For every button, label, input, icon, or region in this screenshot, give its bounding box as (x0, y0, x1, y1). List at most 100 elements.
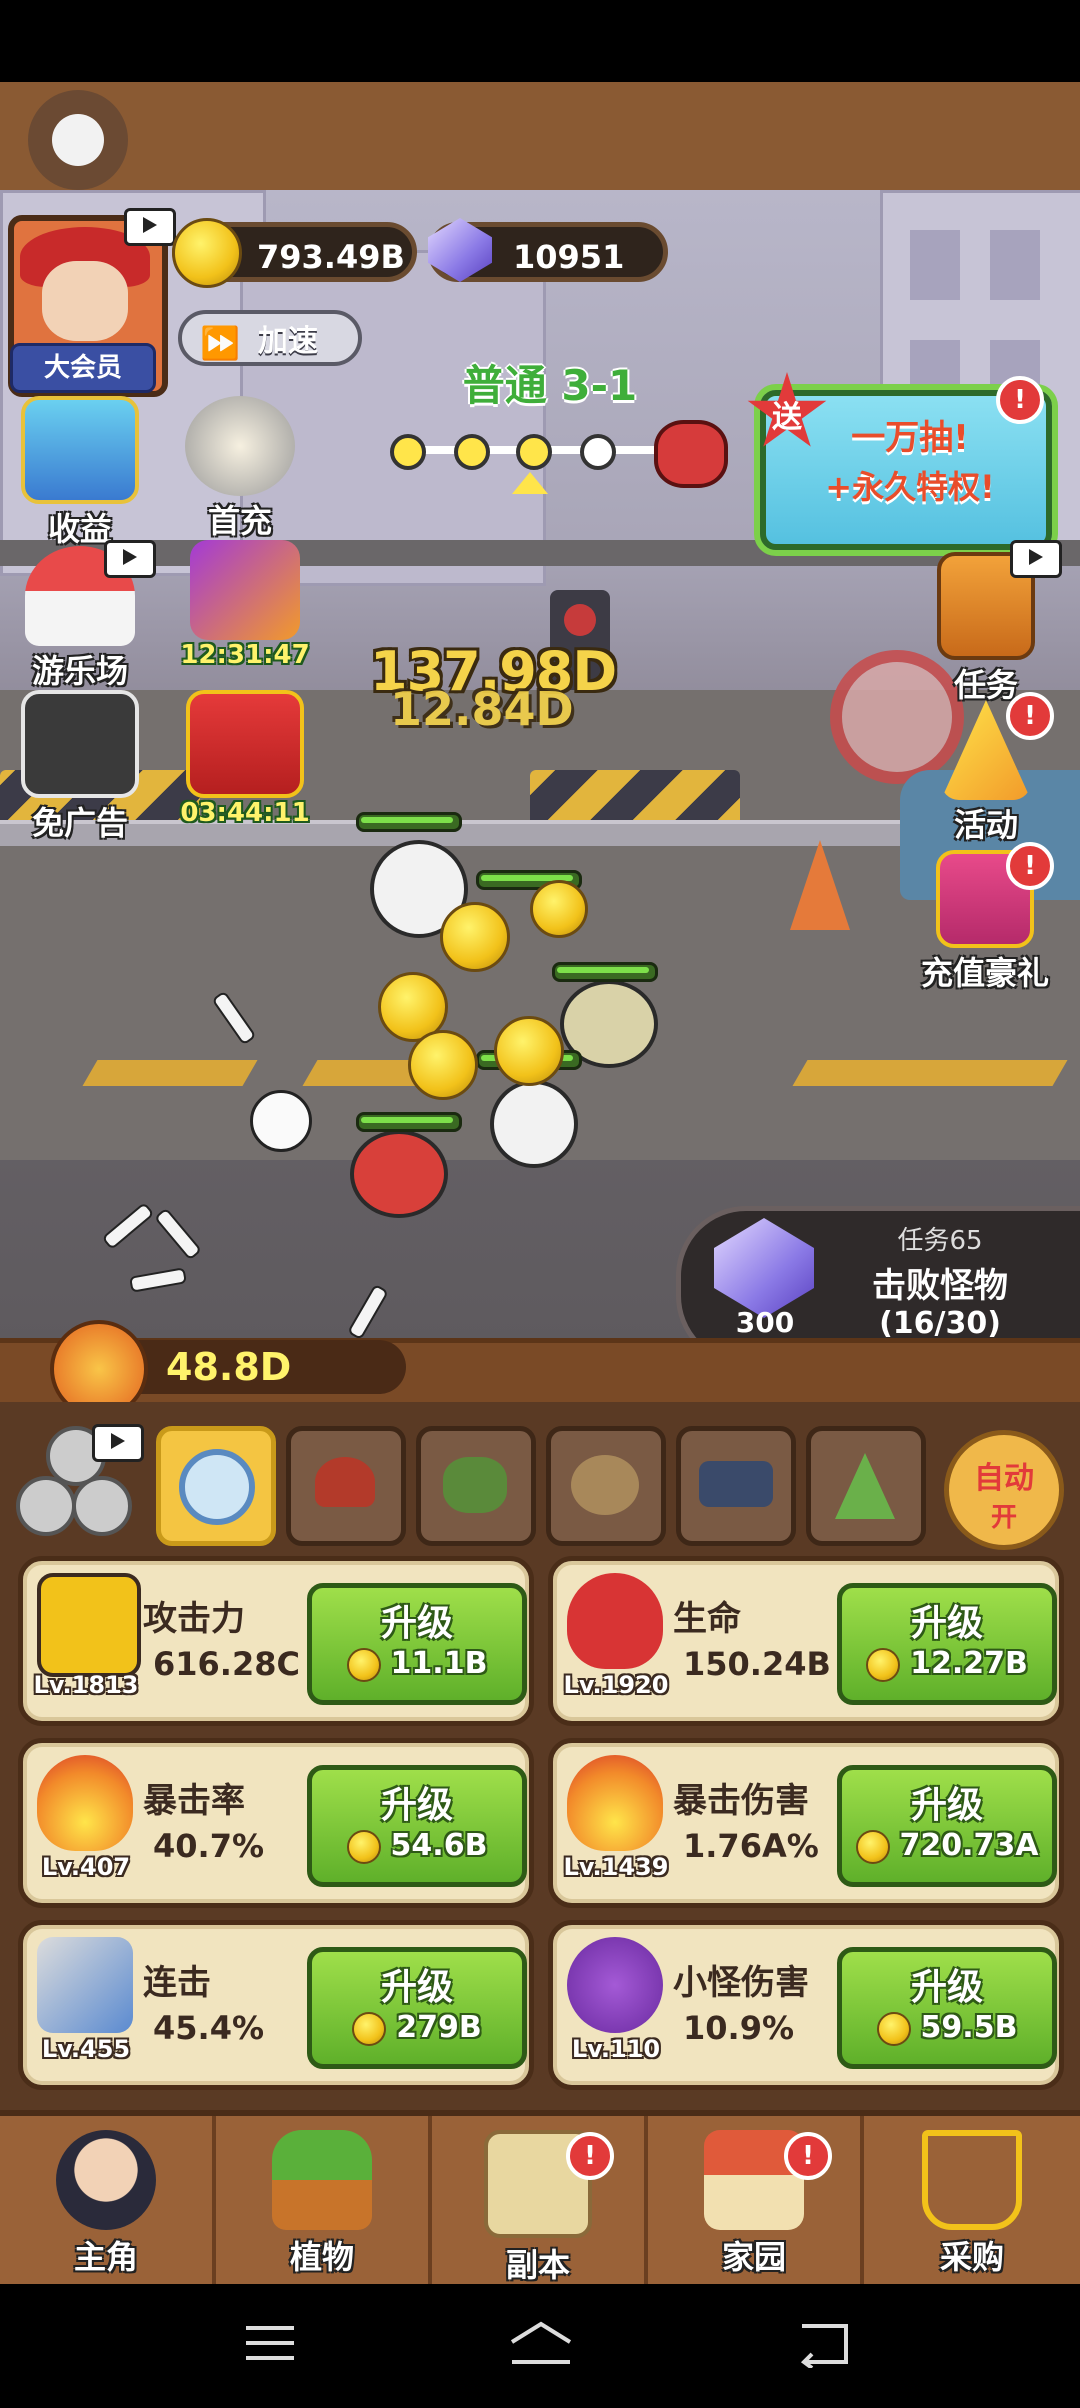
stat-value: 150.24B (683, 1645, 831, 1683)
leaf-icon (835, 1453, 895, 1519)
stage-node (516, 434, 552, 470)
flame-icon (37, 1755, 133, 1851)
upgrade-label: 升级 (910, 1785, 983, 1826)
upgrade-button[interactable]: 升级 279B (307, 1947, 527, 2069)
playground-label: 游乐场 (31, 652, 128, 690)
gift-timer: 12:31:47 (180, 640, 310, 670)
vehicle-icon (699, 1461, 773, 1507)
gold-coin-drop[interactable] (494, 1016, 564, 1086)
promo-line2: +永久特权! (825, 468, 995, 506)
nav-plant[interactable]: 植物 (216, 2116, 432, 2284)
no-ads-label: 免广告 (31, 804, 128, 842)
boss-icon (654, 420, 728, 488)
stat-card-crit-rate: Lv.407 暴击率 40.7% 升级 54.6B (18, 1738, 534, 1908)
stage-node (454, 434, 490, 470)
auto-toggle-button[interactable]: 自动 开 (944, 1430, 1064, 1550)
upgrade-cost: 59.5B (920, 2010, 1018, 2045)
upgrade-button[interactable]: 升级 54.6B (307, 1765, 527, 1887)
tab-plant-skill-5[interactable] (676, 1426, 796, 1546)
disc-icon (179, 1449, 255, 1525)
gold-coin-icon (352, 2011, 387, 2046)
upgrade-button[interactable]: 升级 720.73A (837, 1765, 1057, 1887)
stat-card-crit-damage: Lv.1439 暴击伤害 1.76A% 升级 720.73A (548, 1738, 1064, 1908)
gold-coin-icon (876, 2011, 911, 2046)
fast-forward-icon: ⏩ (200, 324, 240, 362)
gift-red-timer: 03:44:11 (180, 798, 310, 828)
nav-shop-label: 采购 (939, 2238, 1004, 2276)
menu-icon[interactable] (240, 2318, 300, 2368)
gold-coin-drop[interactable] (530, 880, 588, 938)
promo-badge-text: 送 (772, 400, 802, 435)
upgrade-label: 升级 (910, 1603, 983, 1644)
arrows-icon (37, 1937, 133, 2033)
gold-coin-icon (346, 1647, 381, 1682)
income-button[interactable]: 收益 (10, 396, 150, 550)
auto-state: 开 (990, 1503, 1017, 1533)
stat-level: Lv.407 (41, 1853, 131, 1881)
top-bar (0, 82, 1080, 196)
video-icon (104, 540, 156, 578)
floating-menu-button[interactable] (28, 90, 128, 190)
gold-coin-icon (346, 1829, 381, 1864)
tab-plant-skill-6[interactable] (806, 1426, 926, 1546)
potato-icon (571, 1455, 639, 1515)
promo-line1: 一万抽! (851, 418, 969, 458)
status-bar (0, 0, 1080, 82)
back-icon[interactable] (796, 2318, 856, 2368)
first-charge-icon (185, 396, 295, 496)
upgrade-button[interactable]: 升级 12.27B (837, 1583, 1057, 1705)
gold-coin-icon (172, 218, 242, 288)
cart-icon (922, 2130, 1022, 2230)
heart-icon (567, 1573, 663, 1669)
skull-icon (250, 1090, 312, 1152)
nav-home[interactable]: 家园 (648, 2116, 864, 2284)
stage-label: 普通 3-1 (462, 361, 638, 410)
video-icon (124, 208, 176, 246)
stat-value: 616.28C (153, 1645, 300, 1683)
gift-box-icon (190, 540, 300, 640)
upgrade-button[interactable]: 升级 59.5B (837, 1947, 1057, 2069)
nav-shop[interactable]: 采购 (864, 2116, 1080, 2284)
stat-level: Lv.1813 (33, 1671, 139, 1699)
alert-icon: ! (1006, 842, 1054, 890)
tab-plant-skill-2[interactable] (286, 1426, 406, 1546)
upgrade-cost: 12.27B (910, 1646, 1028, 1681)
tab-plant-skill-1[interactable] (156, 1426, 276, 1546)
health-bar (552, 962, 658, 982)
nav-hero[interactable]: 主角 (0, 2116, 216, 2284)
alert-icon: ! (1006, 692, 1054, 740)
lightning-icon (72, 1476, 132, 1536)
tab-plant-skill-3[interactable] (416, 1426, 536, 1546)
red-gift-button[interactable]: 03:44:11 (175, 690, 315, 828)
gift-red-icon (186, 690, 304, 798)
no-ads-button[interactable]: 免广告 (10, 690, 150, 844)
tab-plant-skill-4[interactable] (546, 1426, 666, 1546)
upgrade-button[interactable]: 升级 11.1B (307, 1583, 527, 1705)
no-ads-icon (21, 690, 139, 798)
avatar-face (42, 261, 128, 341)
gold-coin-drop[interactable] (440, 902, 510, 972)
gold-coin-icon (866, 1647, 901, 1682)
stat-card-combo: Lv.455 连击 45.4% 升级 279B (18, 1920, 534, 2090)
first-charge-button[interactable]: 首充 (170, 396, 310, 542)
health-bar (356, 1112, 462, 1132)
fist-icon (37, 1573, 141, 1677)
nav-dungeon[interactable]: 副本 (432, 2116, 648, 2284)
garlic-unit (490, 1080, 578, 1168)
stat-level: Lv.1439 (563, 1853, 669, 1881)
recharge-gift-label: 充值豪礼 (920, 954, 1049, 992)
stage-node (390, 434, 426, 470)
vip-badge[interactable]: 大会员 (10, 343, 156, 393)
gift-box-button[interactable]: 12:31:47 (175, 540, 315, 670)
plant-icon (272, 2130, 372, 2230)
nav-hero-label: 主角 (73, 2238, 138, 2276)
traffic-cone (790, 840, 850, 930)
home-icon[interactable] (506, 2318, 576, 2368)
upgrade-cost: 720.73A (899, 1828, 1039, 1863)
nav-plant-label: 植物 (289, 2238, 354, 2276)
gold-coin-drop[interactable] (408, 1030, 478, 1100)
mushroom-icon (315, 1457, 375, 1507)
stat-value: 10.9% (683, 2009, 795, 2047)
upgrade-cost: 11.1B (390, 1646, 488, 1681)
gold-coin-icon (855, 1829, 890, 1864)
